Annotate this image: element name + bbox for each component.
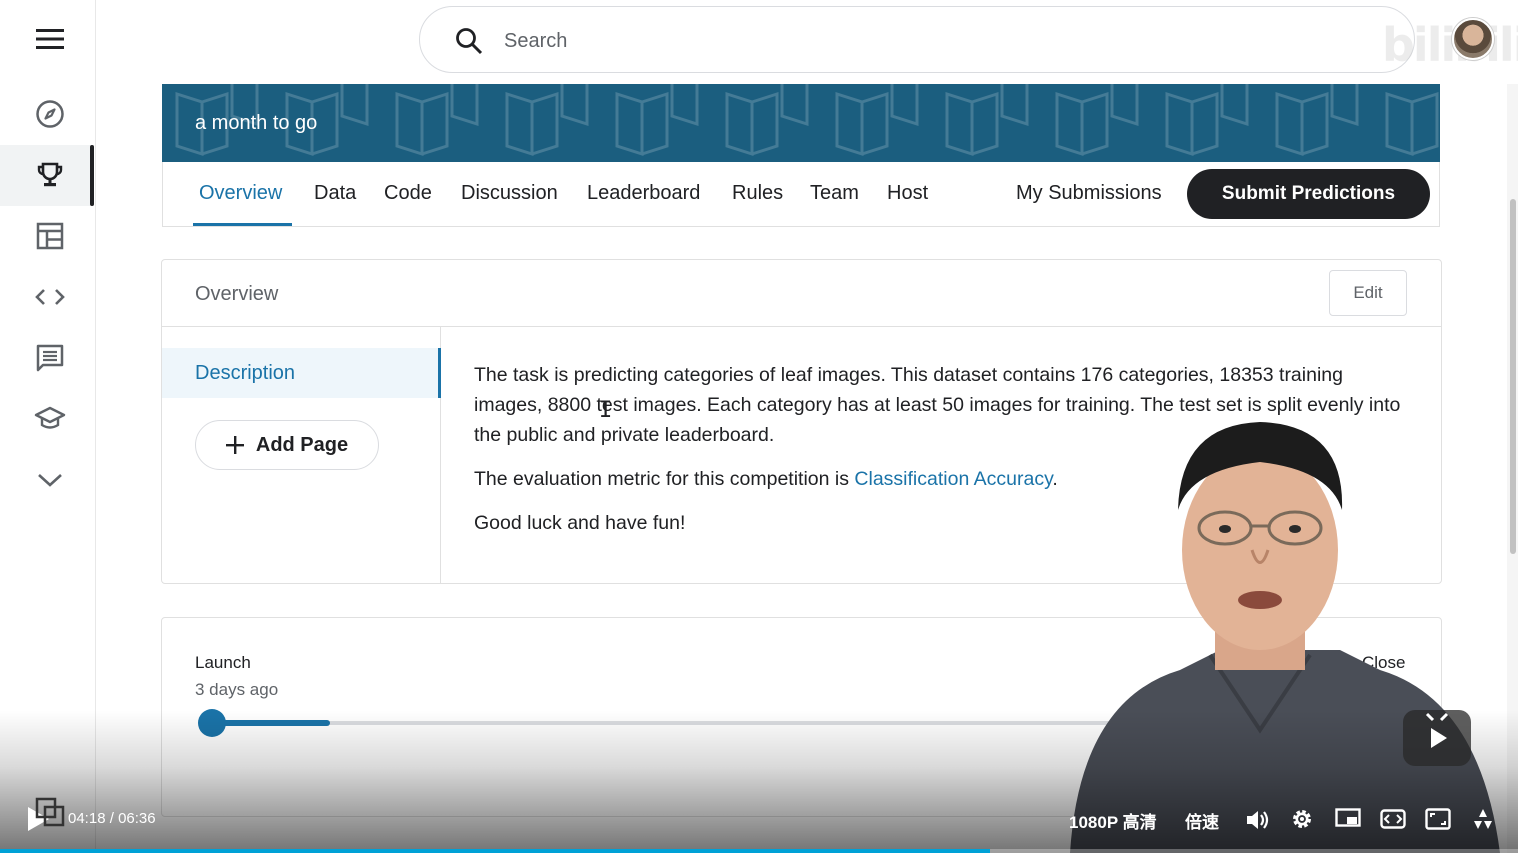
school-icon[interactable] [30,399,70,439]
deadline-text: a month to go [195,112,318,134]
submit-predictions-button[interactable]: Submit Predictions [1187,169,1430,219]
scrollbar-thumb[interactable] [1510,199,1516,554]
avatar[interactable] [1452,18,1494,60]
banner-book-pattern [162,84,1440,162]
competition-banner: a month to go [162,84,1440,162]
fullscreen-icon[interactable] [1424,806,1452,832]
tab-my-submissions[interactable]: My Submissions [1016,182,1162,205]
edit-button[interactable]: Edit [1329,270,1407,316]
current-time: 04:18 [68,810,106,827]
table-icon[interactable] [30,216,70,256]
search-input[interactable] [504,25,1104,57]
overview-header: Overview Edit [162,260,1441,327]
bilibili-watermark: bilibili [1382,18,1518,72]
search-icon [454,26,484,56]
trophy-icon[interactable] [30,155,70,195]
classification-accuracy-link[interactable]: Classification Accuracy [854,468,1052,490]
volume-icon[interactable] [1245,807,1271,833]
tv-icon[interactable] [1403,710,1471,766]
nav-item-description[interactable]: Description [162,348,441,398]
code-icon[interactable] [30,277,70,317]
search-bar[interactable] [419,6,1415,73]
tab-overview[interactable]: Overview [199,182,282,205]
video-progress-bar[interactable] [0,849,1518,853]
chevron-down-icon[interactable] [30,460,70,500]
add-page-button[interactable]: Add Page [195,420,379,470]
overview-side-nav: Description Add Page [162,327,441,584]
tab-host[interactable]: Host [887,182,928,205]
text-cursor-icon: I [599,398,613,423]
tab-data[interactable]: Data [314,182,356,205]
tab-leaderboard[interactable]: Leaderboard [587,182,700,205]
pip-icon[interactable] [35,797,65,827]
metric-period: . [1052,468,1058,490]
add-page-label: Add Page [255,433,349,456]
duration: 06:36 [118,810,156,827]
plus-icon [225,432,244,458]
nav-item-description-label: Description [195,362,296,384]
compass-icon[interactable] [30,94,70,134]
quality-selector[interactable]: 1080P 高清 [1069,808,1157,833]
menu-icon[interactable] [30,19,70,59]
tab-discussion[interactable]: Discussion [461,182,558,205]
tab-rules[interactable]: Rules [732,182,783,205]
timeline-start-label: Launch [195,653,251,672]
active-tab-underline [193,223,292,226]
time-separator: / [109,810,114,827]
rail-active-indicator [90,145,94,206]
speed-selector[interactable]: 倍速 [1185,808,1219,833]
danmaku-icon[interactable] [1469,806,1497,832]
timeline-start-sub: 3 days ago [195,680,279,699]
comments-icon[interactable] [30,338,70,378]
tab-code[interactable]: Code [384,182,432,205]
gear-icon[interactable] [1289,806,1315,832]
metric-text: The evaluation metric for this competiti… [474,468,855,490]
window-mode-icon[interactable] [1334,806,1362,832]
tab-team[interactable]: Team [810,182,859,205]
competition-tabs: Overview Data Code Discussion Leaderboar… [162,162,1440,227]
video-progress-fill [0,849,990,853]
widescreen-icon[interactable] [1379,806,1407,832]
overview-title: Overview [195,283,279,305]
playback-time: 04:18 / 06:36 [68,810,156,827]
